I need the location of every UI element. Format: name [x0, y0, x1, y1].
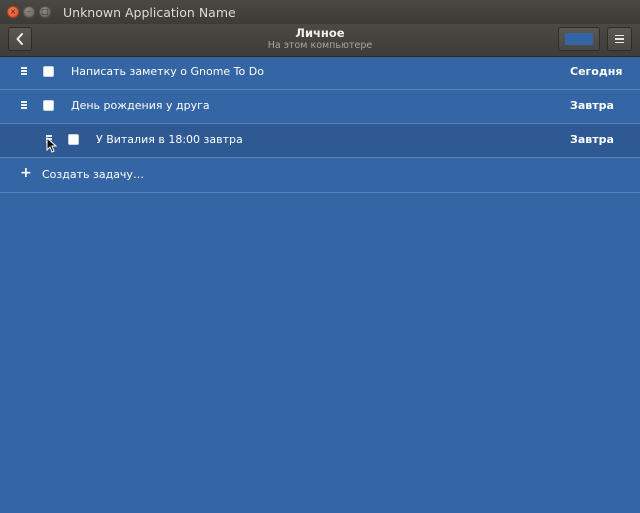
- subtask-row[interactable]: У Виталия в 18:00 завтра Завтра: [0, 124, 640, 158]
- task-list: Написать заметку о Gnome To Do Сегодня Д…: [0, 56, 640, 193]
- list-color-button[interactable]: [558, 27, 600, 51]
- maximize-icon: □: [41, 7, 49, 16]
- task-title: Написать заметку о Gnome To Do: [71, 65, 264, 78]
- app-window: × – □ Unknown Application Name Личное На…: [0, 0, 640, 513]
- chevron-left-icon: [16, 33, 23, 45]
- task-checkbox[interactable]: [68, 134, 79, 145]
- color-swatch: [565, 33, 593, 45]
- list-subtitle: На этом компьютере: [267, 40, 373, 51]
- header-bar: Личное На этом компьютере: [0, 24, 640, 57]
- close-icon: ×: [9, 7, 17, 16]
- drag-handle-icon[interactable]: [21, 101, 27, 110]
- mouse-pointer-icon: [46, 137, 57, 153]
- window-title: Unknown Application Name: [63, 4, 236, 20]
- task-checkbox[interactable]: [43, 100, 54, 111]
- task-due-date: Сегодня: [570, 65, 623, 78]
- window-titlebar: × – □ Unknown Application Name: [0, 0, 640, 24]
- drag-handle-icon[interactable]: [21, 67, 27, 76]
- minimize-window-button[interactable]: –: [23, 6, 35, 18]
- add-task-row[interactable]: + Создать задачу…: [0, 158, 640, 193]
- hamburger-icon: [615, 33, 624, 46]
- task-row[interactable]: Написать заметку о Gnome To Do Сегодня: [0, 56, 640, 90]
- task-due-date: Завтра: [570, 133, 614, 146]
- close-window-button[interactable]: ×: [7, 6, 19, 18]
- list-title: Личное: [295, 26, 345, 40]
- back-button[interactable]: [8, 27, 32, 51]
- minimize-icon: –: [27, 7, 31, 16]
- plus-icon: +: [20, 165, 32, 181]
- menu-button[interactable]: [607, 27, 632, 51]
- maximize-window-button[interactable]: □: [39, 6, 51, 18]
- task-due-date: Завтра: [570, 99, 614, 112]
- add-task-label: Создать задачу…: [42, 168, 144, 181]
- task-checkbox[interactable]: [43, 66, 54, 77]
- header-titles: Личное На этом компьютере: [170, 26, 470, 52]
- task-title: День рождения у друга: [71, 99, 210, 112]
- task-row[interactable]: День рождения у друга Завтра: [0, 90, 640, 124]
- task-title: У Виталия в 18:00 завтра: [96, 133, 243, 146]
